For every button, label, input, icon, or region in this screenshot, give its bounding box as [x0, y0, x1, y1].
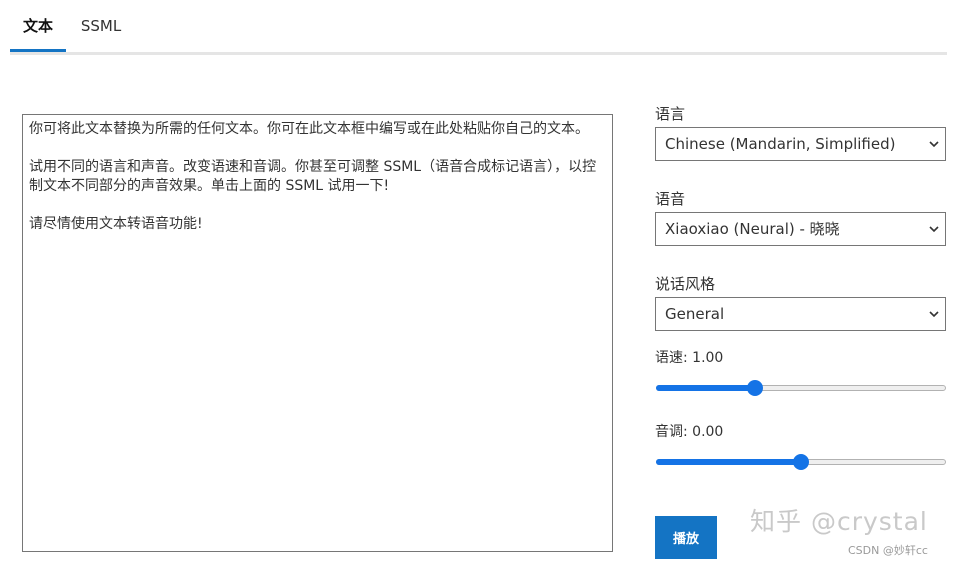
voice-label: 语音: [655, 190, 686, 208]
rate-label: 语速: 1.00: [655, 350, 724, 366]
pitch-slider-thumb[interactable]: [793, 454, 809, 470]
voice-select[interactable]: Xiaoxiao (Neural) - 晓晓: [655, 212, 946, 246]
pitch-label: 音调: 0.00: [655, 424, 724, 440]
speaking-style-select[interactable]: General: [655, 297, 946, 331]
play-button[interactable]: 播放: [655, 516, 717, 559]
editor-paragraph-2: 试用不同的语言和声音。改变语速和音调。你甚至可调整 SSML（语音合成标记语言）…: [29, 159, 597, 194]
voice-select-value: Xiaoxiao (Neural) - 晓晓: [665, 220, 840, 238]
speaking-style-label: 说话风格: [655, 275, 716, 293]
language-select-value: Chinese (Mandarin, Simplified): [665, 135, 896, 153]
tab-text[interactable]: 文本: [10, 0, 66, 52]
text-input-area[interactable]: 你可将此文本替换为所需的任何文本。你可在此文本框中编写或在此处粘贴你自己的文本。…: [22, 114, 613, 552]
chevron-down-icon: [929, 141, 939, 148]
editor-paragraph-1: 你可将此文本替换为所需的任何文本。你可在此文本框中编写或在此处粘贴你自己的文本。: [29, 121, 589, 137]
language-label: 语言: [655, 105, 686, 123]
rate-slider-fill: [656, 385, 755, 391]
tab-bar: 文本 SSML: [10, 0, 947, 55]
rate-slider-thumb[interactable]: [746, 380, 763, 396]
tab-ssml[interactable]: SSML: [72, 0, 130, 52]
rate-slider[interactable]: [656, 379, 946, 397]
language-select[interactable]: Chinese (Mandarin, Simplified): [655, 127, 946, 161]
pitch-slider[interactable]: [656, 453, 946, 471]
chevron-down-icon: [929, 226, 939, 233]
watermark-text: 知乎 @crystal: [750, 507, 928, 536]
pitch-slider-fill: [656, 459, 801, 465]
watermark-credit: CSDN @妙轩cc: [848, 544, 928, 557]
speaking-style-select-value: General: [665, 305, 725, 323]
chevron-down-icon: [929, 311, 939, 318]
editor-paragraph-3: 请尽情使用文本转语音功能!: [29, 216, 203, 232]
